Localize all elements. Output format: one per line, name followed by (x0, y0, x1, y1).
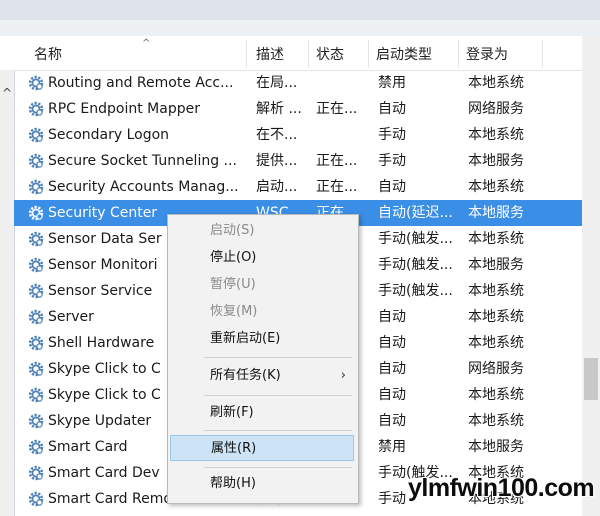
context-menu: 启动(S) 停止(O) 暂停(U) 恢复(M) 重新启动(E) 所有任务(K) … (167, 214, 359, 504)
service-description: 解析 ... (256, 101, 302, 117)
gear-icon (28, 179, 44, 195)
service-status (316, 70, 372, 96)
column-header: 名称 ^ 描述 状态 启动类型 登录为 (14, 36, 600, 71)
service-row[interactable]: RPC Endpoint Mapper 解析 ... 正在... 自动 网络服务 (14, 96, 582, 122)
service-startup-type: 自动 (378, 387, 406, 403)
column-logon-header[interactable]: 登录为 (460, 36, 550, 70)
service-logon-as: 本地系统 (468, 283, 524, 299)
window-top-strip (0, 0, 600, 36)
service-status: 正在... (316, 179, 358, 195)
service-logon-as: 本地服务 (468, 153, 524, 169)
service-startup-type: 自动 (378, 361, 406, 377)
service-startup-type: 禁用 (378, 439, 406, 455)
gear-icon (28, 309, 44, 325)
service-logon-as: 网络服务 (468, 101, 524, 117)
service-name: Secure Socket Tunneling ... (48, 153, 237, 169)
menu-item-properties[interactable]: 属性(R) (170, 435, 354, 461)
service-row[interactable]: Routing and Remote Acc... 在局... 禁用 本地系统 (14, 70, 582, 96)
column-status-header[interactable]: 状态 (310, 36, 370, 70)
watermark-text: ylmfwin100.com (408, 474, 595, 502)
service-name: Security Accounts Manag... (48, 179, 239, 195)
menu-separator (204, 395, 352, 396)
left-scrollbar[interactable]: ^ (0, 70, 14, 516)
menu-separator (204, 357, 352, 358)
gear-icon (28, 465, 44, 481)
service-startup-type: 自动 (378, 179, 406, 195)
submenu-arrow-icon: › (340, 368, 346, 383)
service-name: RPC Endpoint Mapper (48, 101, 200, 117)
service-status (316, 122, 372, 148)
service-startup-type: 手动 (378, 127, 406, 143)
menu-item-all-tasks[interactable]: 所有任务(K) › (168, 363, 358, 389)
service-startup-type: 手动 (378, 153, 406, 169)
service-startup-type: 自动 (378, 309, 406, 325)
service-startup-type: 自动 (378, 335, 406, 351)
menu-item-resume[interactable]: 恢复(M) (168, 299, 358, 325)
service-logon-as: 本地服务 (468, 439, 524, 455)
gear-icon (28, 387, 44, 403)
service-logon-as: 网络服务 (468, 361, 524, 377)
service-startup-type: 自动 (378, 101, 406, 117)
gear-icon (28, 283, 44, 299)
gear-icon (28, 491, 44, 507)
gear-icon (28, 439, 44, 455)
gear-icon (28, 75, 44, 91)
gear-icon (28, 413, 44, 429)
gear-icon (28, 257, 44, 273)
vertical-scrollbar[interactable] (582, 36, 600, 516)
service-description: 提供... (256, 153, 298, 169)
service-description: 启动... (256, 179, 298, 195)
service-startup-type: 禁用 (378, 75, 406, 91)
sort-ascending-icon: ^ (142, 38, 151, 49)
menu-item-refresh[interactable]: 刷新(F) (168, 400, 358, 426)
service-description: 在不... (256, 127, 298, 143)
service-name: Routing and Remote Acc... (48, 75, 234, 91)
gear-icon (28, 127, 44, 143)
service-status: 正在... (316, 101, 358, 117)
gear-icon (28, 101, 44, 117)
menu-item-stop[interactable]: 停止(O) (168, 245, 358, 271)
scrollbar-thumb[interactable] (584, 358, 598, 400)
service-logon-as: 本地系统 (468, 413, 524, 429)
service-logon-as: 本地系统 (468, 75, 524, 91)
service-startup-type: 手动(触发... (378, 257, 453, 273)
service-logon-as: 本地服务 (468, 257, 524, 273)
gear-icon (28, 361, 44, 377)
service-description: 在局... (256, 75, 298, 91)
service-startup-type: 手动(触发... (378, 231, 453, 247)
gear-icon (28, 153, 44, 169)
service-logon-as: 本地系统 (468, 231, 524, 247)
gear-icon (28, 205, 44, 221)
menu-item-help[interactable]: 帮助(H) (168, 471, 358, 497)
service-logon-as: 本地系统 (468, 309, 524, 325)
gear-icon (28, 335, 44, 351)
service-logon-as: 本地服务 (468, 205, 524, 221)
menu-separator (204, 430, 352, 431)
gear-icon (28, 231, 44, 247)
menu-item-all-tasks-label: 所有任务(K) (210, 368, 281, 383)
service-row[interactable]: Secure Socket Tunneling ... 提供... 正在... 手动 本… (14, 148, 582, 174)
service-startup-type: 手动(触发... (378, 283, 453, 299)
column-startup-header[interactable]: 启动类型 (370, 36, 460, 70)
service-row[interactable]: Security Accounts Manag... 启动... 正在... 自动 本地… (14, 174, 582, 200)
menu-item-pause[interactable]: 暂停(U) (168, 272, 358, 298)
menu-item-start[interactable]: 启动(S) (168, 218, 358, 244)
service-startup-type: 自动 (378, 413, 406, 429)
scroll-up-icon[interactable]: ^ (2, 86, 12, 100)
service-status: 正在... (316, 153, 358, 169)
service-logon-as: 本地系统 (468, 179, 524, 195)
service-name: Secondary Logon (48, 127, 170, 143)
service-logon-as: 本地系统 (468, 335, 524, 351)
menu-separator (204, 467, 352, 468)
service-startup-type: 自动(延迟... (378, 205, 453, 221)
service-logon-as: 本地系统 (468, 127, 524, 143)
column-desc-header[interactable]: 描述 (250, 36, 308, 70)
service-logon-as: 本地系统 (468, 387, 524, 403)
menu-item-restart[interactable]: 重新启动(E) (168, 326, 358, 352)
service-row[interactable]: Secondary Logon 在不... 手动 本地系统 (14, 122, 582, 148)
